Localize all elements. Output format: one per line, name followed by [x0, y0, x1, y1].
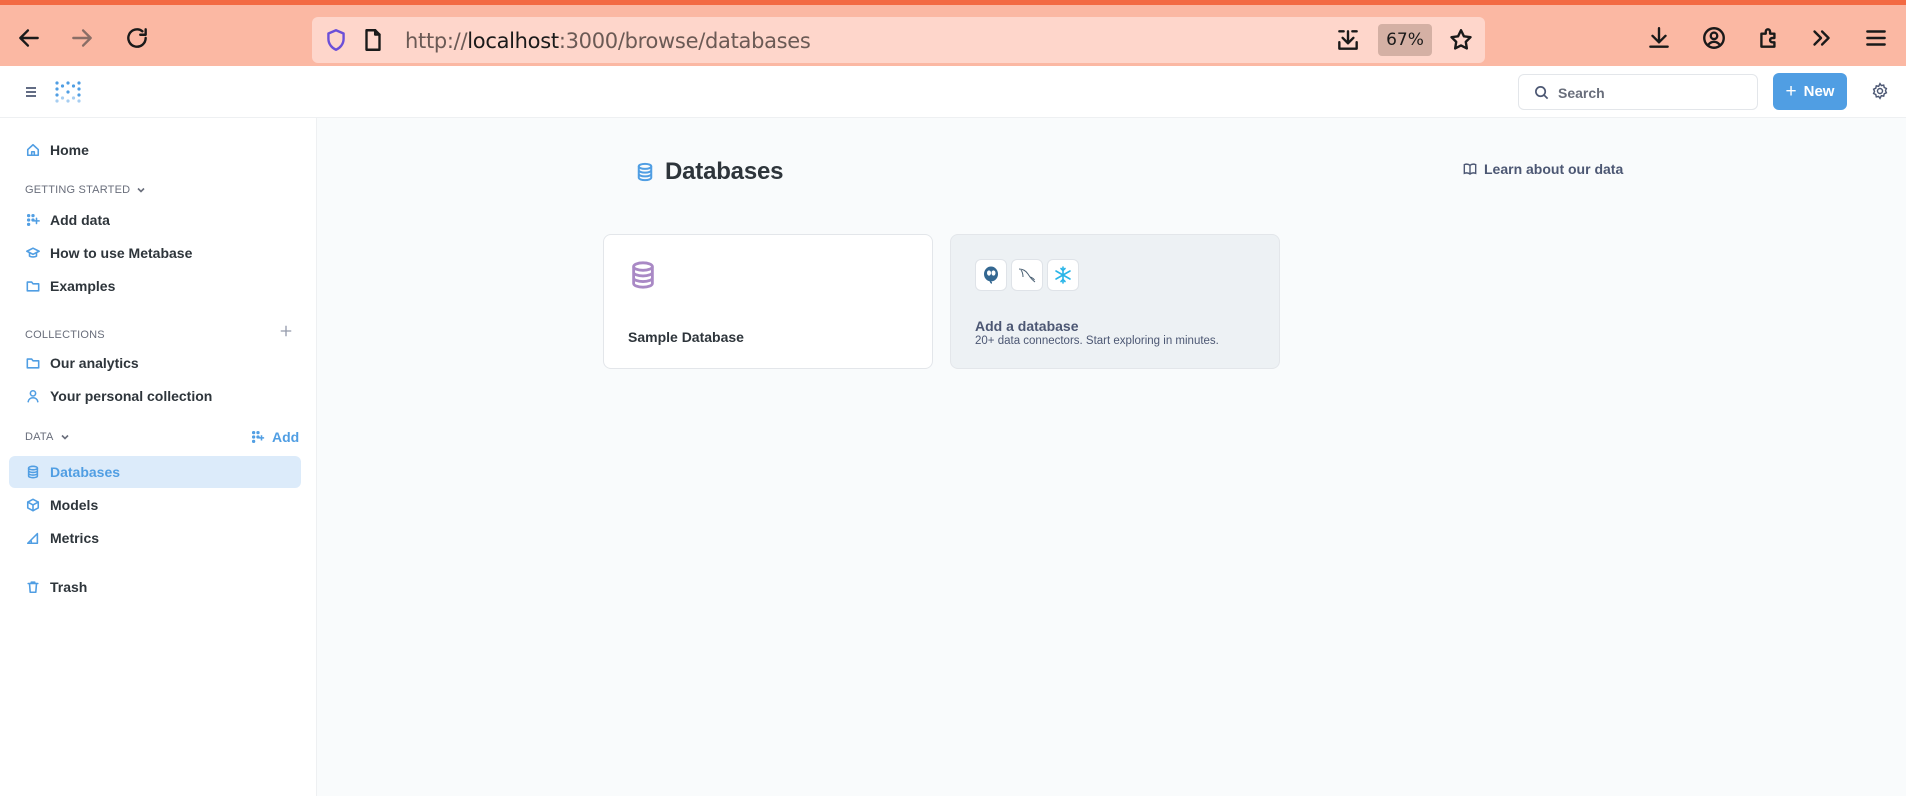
sidebar-item-label: Databases: [50, 464, 121, 480]
metabase-logo[interactable]: [54, 80, 82, 104]
data-heading[interactable]: DATA: [25, 431, 70, 443]
gear-icon: [1872, 82, 1888, 100]
sidebar-item-how-to-use[interactable]: How to use Metabase: [9, 237, 301, 269]
address-bar[interactable]: http://localhost:3000/browse/databases 6…: [312, 17, 1485, 63]
sidebar-item-label: Trash: [50, 579, 88, 595]
sidebar-item-trash[interactable]: Trash: [9, 571, 301, 603]
account-icon[interactable]: [1696, 20, 1732, 56]
sidebar-item-label: Your personal collection: [50, 388, 213, 404]
home-icon: [25, 142, 41, 158]
overflow-chevrons-icon[interactable]: [1803, 20, 1839, 56]
metric-icon: [25, 530, 41, 546]
page-info-icon[interactable]: [355, 22, 391, 58]
url-text[interactable]: http://localhost:3000/browse/databases: [405, 29, 811, 53]
add-data-button[interactable]: Add: [251, 429, 299, 445]
postgres-logo-icon: [975, 259, 1007, 291]
chevron-down-icon: [60, 434, 69, 440]
sidebar-item-home[interactable]: Home: [9, 134, 301, 166]
sidebar-item-label: How to use Metabase: [50, 245, 193, 261]
add-collection-button[interactable]: [279, 324, 295, 340]
app-header: Search + New: [0, 66, 1906, 118]
learn-link-label: Learn about our data: [1484, 161, 1624, 177]
sample-database-card[interactable]: Sample Database: [603, 234, 933, 369]
person-icon: [25, 388, 41, 404]
chevron-down-icon: [137, 187, 145, 193]
new-button[interactable]: + New: [1773, 73, 1847, 110]
browser-toolbar: http://localhost:3000/browse/databases 6…: [0, 0, 1906, 66]
reload-icon: [127, 28, 147, 48]
add-data-label: Add: [272, 429, 300, 445]
card-subtitle: 20+ data connectors. Start exploring in …: [975, 335, 1219, 347]
back-button[interactable]: [11, 20, 47, 56]
sidebar-item-add-data[interactable]: Add data: [9, 204, 301, 236]
downloads-icon[interactable]: [1641, 20, 1677, 56]
collections-heading: COLLECTIONS: [25, 329, 105, 341]
card-title: Add a database: [975, 318, 1079, 334]
getting-started-heading[interactable]: GETTING STARTED: [25, 184, 146, 196]
sidebar-item-label: Examples: [50, 278, 116, 294]
book-icon: [1463, 163, 1477, 175]
zoom-level[interactable]: 67%: [1378, 24, 1432, 56]
arrow-right-icon: [72, 29, 92, 47]
learn-about-data-link[interactable]: Learn about our data: [1463, 161, 1623, 177]
sidebar-item-databases[interactable]: Databases: [9, 456, 301, 488]
page-title: Databases: [635, 158, 783, 186]
add-data-icon: [25, 212, 41, 228]
sidebar-toggle-button[interactable]: [21, 82, 41, 102]
sidebar-item-our-analytics[interactable]: Our analytics: [9, 347, 301, 379]
sidebar-item-models[interactable]: Models: [9, 489, 301, 521]
search-icon: [1535, 86, 1549, 100]
database-icon: [632, 261, 654, 289]
main-content: Databases Learn about our data Sample Da…: [317, 118, 1906, 796]
menu-hamburger-icon[interactable]: [1858, 20, 1894, 56]
trash-icon: [25, 579, 41, 595]
folder-icon: [25, 278, 41, 294]
sidebar-item-metrics[interactable]: Metrics: [9, 522, 301, 554]
add-database-card[interactable]: Add a database 20+ data connectors. Star…: [950, 234, 1280, 369]
folder-icon: [25, 355, 41, 371]
model-cube-icon: [25, 497, 41, 513]
shield-icon[interactable]: [318, 22, 354, 58]
search-label: Search: [1558, 85, 1605, 101]
database-icon: [637, 162, 653, 182]
settings-button[interactable]: [1871, 82, 1891, 102]
extensions-icon[interactable]: [1751, 20, 1787, 56]
sidebar-item-label: Add data: [50, 212, 110, 228]
forward-button[interactable]: [64, 20, 100, 56]
reload-button[interactable]: [119, 20, 155, 56]
search-input[interactable]: Search: [1518, 74, 1758, 110]
plus-icon: [280, 325, 292, 337]
card-title: Sample Database: [628, 329, 744, 345]
sidebar: Home GETTING STARTED Add data How to use…: [0, 118, 317, 796]
sidebar-item-label: Home: [50, 142, 89, 158]
plus-icon: +: [1785, 81, 1797, 102]
bookmark-star-icon[interactable]: [1443, 22, 1479, 58]
mysql-logo-icon: [1011, 259, 1043, 291]
snowflake-logo-icon: [1047, 259, 1079, 291]
arrow-left-icon: [19, 29, 39, 47]
database-icon: [25, 464, 41, 480]
download-page-icon[interactable]: [1330, 22, 1366, 58]
sidebar-item-personal-collection[interactable]: Your personal collection: [9, 380, 301, 412]
sidebar-item-label: Metrics: [50, 530, 100, 546]
sidebar-item-examples[interactable]: Examples: [9, 270, 301, 302]
new-button-label: New: [1803, 83, 1835, 100]
graduation-cap-icon: [25, 245, 41, 261]
sidebar-item-label: Our analytics: [50, 355, 139, 371]
add-data-icon: [251, 430, 265, 444]
sidebar-item-label: Models: [50, 497, 99, 513]
hamburger-icon: [26, 87, 36, 97]
page-title-text: Databases: [665, 158, 784, 185]
